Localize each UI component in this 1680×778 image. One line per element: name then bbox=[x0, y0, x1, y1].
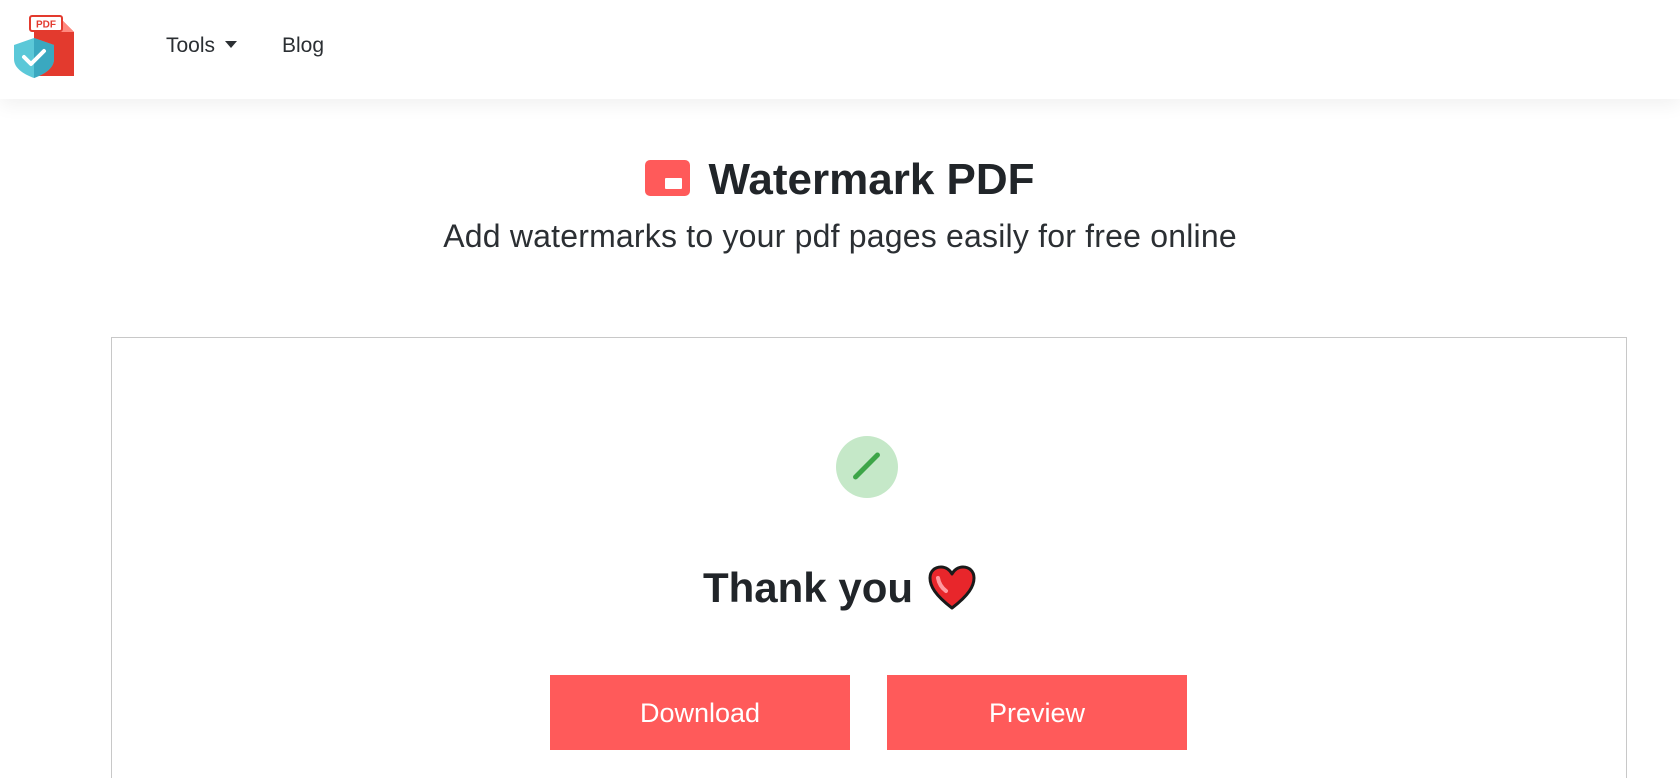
top-navbar: PDF Tools Blog bbox=[0, 0, 1680, 99]
download-button[interactable]: Download bbox=[550, 675, 850, 750]
result-panel bbox=[111, 337, 1627, 778]
page-subtitle: Add watermarks to your pdf pages easily … bbox=[443, 218, 1237, 254]
success-check-icon bbox=[836, 436, 898, 498]
check-stroke bbox=[852, 451, 881, 481]
site-logo[interactable]: PDF bbox=[12, 12, 80, 78]
nav-blog-link[interactable]: Blog bbox=[282, 34, 324, 58]
page-title-text: Watermark PDF bbox=[708, 155, 1035, 204]
pdf-shield-logo-icon: PDF bbox=[14, 15, 74, 78]
thank-you-text: Thank you bbox=[702, 564, 914, 611]
heart-icon bbox=[928, 565, 976, 610]
thank-you-heading: Thank you bbox=[0, 560, 1680, 616]
watermark-icon bbox=[645, 160, 691, 196]
page-title: Watermark PDF bbox=[0, 152, 1680, 208]
nav-tools-dropdown[interactable]: Tools bbox=[166, 34, 238, 58]
logo-badge-text: PDF bbox=[36, 20, 56, 31]
nav-tools-label: Tools bbox=[166, 34, 216, 57]
preview-button[interactable]: Preview bbox=[887, 675, 1187, 750]
caret-down-icon bbox=[225, 41, 238, 48]
